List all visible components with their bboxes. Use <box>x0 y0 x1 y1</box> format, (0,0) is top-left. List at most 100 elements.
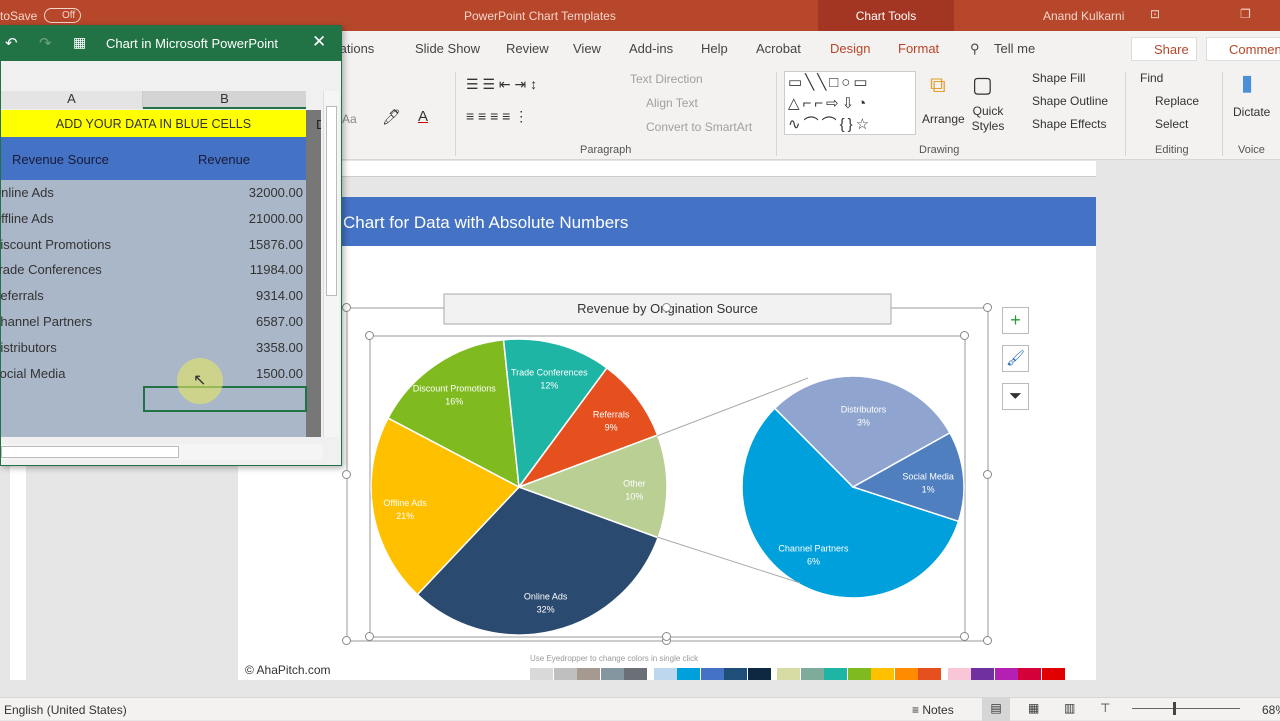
data-label[interactable]: Offline Ads <box>383 498 427 508</box>
data-label[interactable]: 3% <box>857 417 870 427</box>
data-label[interactable]: 10% <box>625 491 643 501</box>
data-label[interactable]: Other <box>623 478 646 488</box>
column-header-a[interactable]: A <box>1 91 143 109</box>
data-label[interactable]: 6% <box>807 556 820 566</box>
row-revenue-cell[interactable]: 9314.00 <box>143 288 303 303</box>
data-label[interactable]: 32% <box>537 604 555 614</box>
normal-view-button[interactable]: ▤ <box>982 698 1010 721</box>
data-label[interactable]: Trade Conferences <box>511 368 588 378</box>
data-label[interactable]: Discount Promotions <box>413 383 497 393</box>
color-swatch[interactable] <box>653 668 677 680</box>
resize-handle[interactable] <box>662 303 671 312</box>
data-label[interactable]: 1% <box>922 485 935 495</box>
data-label[interactable]: 12% <box>540 381 558 391</box>
column-d-cell: D <box>306 110 321 137</box>
row-revenue-cell[interactable]: 15876.00 <box>143 237 303 252</box>
row-revenue-cell[interactable]: 11984.00 <box>143 262 303 277</box>
color-swatch[interactable] <box>947 668 971 680</box>
eyedropper-hint: Use Eyedropper to change colors in singl… <box>530 654 699 663</box>
color-swatch[interactable] <box>624 668 647 680</box>
color-swatch[interactable] <box>677 668 700 680</box>
redo-icon[interactable]: ↷ <box>39 34 52 52</box>
resize-handle[interactable] <box>342 636 351 645</box>
color-swatch[interactable] <box>1041 668 1065 680</box>
color-swatch[interactable] <box>918 668 941 680</box>
close-icon[interactable]: ✕ <box>312 32 326 52</box>
chart-styles-button[interactable]: 🖌 <box>1002 345 1029 372</box>
row-source-cell[interactable]: Discount Promotions <box>0 237 141 252</box>
row-source-cell[interactable]: Referrals <box>0 288 141 303</box>
chart-elements-button[interactable]: + <box>1002 307 1029 334</box>
color-swatch[interactable] <box>894 668 918 680</box>
color-swatch[interactable] <box>747 668 771 680</box>
color-swatch[interactable] <box>971 668 994 680</box>
undo-icon[interactable]: ↶ <box>5 34 18 52</box>
row-revenue-cell[interactable]: 32000.00 <box>143 185 303 200</box>
column-header-b[interactable]: B <box>143 91 306 109</box>
data-label[interactable]: 21% <box>396 511 414 521</box>
row-revenue-cell[interactable]: 21000.00 <box>143 211 303 226</box>
color-swatch[interactable] <box>577 668 600 680</box>
resize-handle[interactable] <box>983 636 992 645</box>
horizontal-scrollbar[interactable] <box>1 444 323 460</box>
header-row: Revenue Source Revenue <box>1 137 306 180</box>
row-source-cell[interactable]: Channel Partners <box>0 314 141 329</box>
reading-view-button[interactable]: ▥ <box>1064 701 1075 715</box>
resize-handle[interactable] <box>365 331 374 340</box>
resize-handle[interactable] <box>983 470 992 479</box>
chart-filters-button[interactable]: ⏷ <box>1002 383 1029 410</box>
resize-handle[interactable] <box>960 632 969 641</box>
language-status[interactable]: English (United States) <box>4 703 127 717</box>
excel-chart-data-window[interactable]: ↶ ↷ ▦ Chart in Microsoft PowerPoint ✕ A … <box>0 25 342 466</box>
row-revenue-cell[interactable]: 3358.00 <box>143 340 303 355</box>
data-label[interactable]: Distributors <box>841 404 887 414</box>
row-revenue-cell[interactable]: 1500.00 <box>143 366 303 381</box>
color-swatch[interactable] <box>553 668 577 680</box>
row-source-cell[interactable]: Distributors <box>0 340 141 355</box>
color-swatch[interactable] <box>700 668 724 680</box>
data-label[interactable]: Referrals <box>593 409 630 419</box>
excel-title-bar: ↶ ↷ ▦ Chart in Microsoft PowerPoint ✕ <box>1 26 341 61</box>
color-swatch[interactable] <box>800 668 824 680</box>
resize-handle[interactable] <box>365 632 374 641</box>
data-label[interactable]: Online Ads <box>524 591 568 601</box>
color-swatch[interactable] <box>724 668 747 680</box>
slide-sorter-button[interactable]: ▦ <box>1028 701 1039 715</box>
zoom-slider[interactable] <box>1132 708 1240 709</box>
slideshow-button[interactable]: ⊤ <box>1100 701 1110 715</box>
mouse-cursor-icon: ↖ <box>193 372 207 389</box>
notes-label: Notes <box>922 703 954 717</box>
color-swatch[interactable] <box>994 668 1018 680</box>
data-label[interactable]: Social Media <box>902 472 954 482</box>
header-revenue[interactable]: Revenue <box>198 152 250 167</box>
resize-handle[interactable] <box>960 331 969 340</box>
copyright: © AhaPitch.com <box>245 663 331 677</box>
zoom-level[interactable]: 68% <box>1262 703 1280 717</box>
row-revenue-cell[interactable]: 6587.00 <box>143 314 303 329</box>
data-label[interactable]: Channel Partners <box>778 543 849 553</box>
resize-handle[interactable] <box>983 303 992 312</box>
color-swatch[interactable] <box>871 668 894 680</box>
data-label[interactable]: 16% <box>445 396 463 406</box>
color-swatch[interactable] <box>824 668 847 680</box>
color-swatch[interactable] <box>847 668 871 680</box>
header-revenue-source[interactable]: Revenue Source <box>12 152 109 167</box>
row-source-cell[interactable]: Trade Conferences <box>0 262 141 277</box>
color-swatch[interactable] <box>777 668 800 680</box>
row-source-cell[interactable]: Offline Ads <box>0 211 141 226</box>
row-source-cell[interactable]: Online Ads <box>0 185 141 200</box>
status-bar: English (United States) ≡ Notes ▤ ▦ ▥ ⊤ … <box>0 697 1280 721</box>
resize-handle[interactable] <box>342 470 351 479</box>
resize-handle[interactable] <box>662 632 671 641</box>
banner-cell[interactable]: ADD YOUR DATA IN BLUE CELLS <box>1 110 306 137</box>
zoom-slider-thumb[interactable] <box>1173 702 1176 715</box>
row-source-cell[interactable]: Social Media <box>0 366 141 381</box>
vertical-scrollbar[interactable] <box>323 91 339 437</box>
data-label[interactable]: 9% <box>605 422 618 432</box>
selected-cell[interactable] <box>143 386 307 412</box>
color-swatch[interactable] <box>1018 668 1041 680</box>
resize-handle[interactable] <box>342 303 351 312</box>
color-swatch[interactable] <box>600 668 624 680</box>
notes-button[interactable]: ≡ Notes <box>912 703 954 717</box>
color-swatch[interactable] <box>530 668 553 680</box>
